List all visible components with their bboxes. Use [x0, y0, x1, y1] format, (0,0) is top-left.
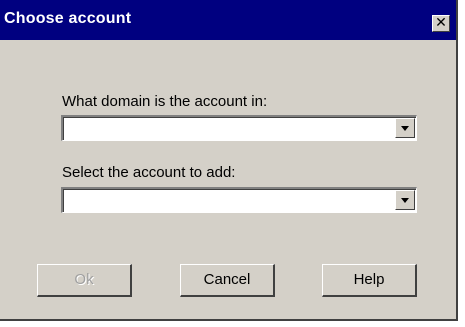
account-combobox[interactable]: [61, 187, 417, 213]
ok-button[interactable]: Ok: [37, 264, 132, 297]
chevron-down-icon[interactable]: [395, 190, 415, 210]
account-label: Select the account to add:: [62, 164, 236, 181]
chevron-down-icon[interactable]: [395, 118, 415, 138]
close-icon: ✕: [435, 15, 447, 31]
choose-account-dialog: Choose account ✕ What domain is the acco…: [0, 0, 458, 321]
domain-label: What domain is the account in:: [62, 93, 268, 110]
domain-combobox[interactable]: [61, 115, 417, 141]
window-title: Choose account: [4, 10, 132, 27]
help-button[interactable]: Help: [322, 264, 417, 297]
domain-combobox-field: [63, 117, 416, 140]
title-bar: Choose account ✕: [0, 0, 456, 40]
cancel-button[interactable]: Cancel: [180, 264, 275, 297]
account-combobox-field: [63, 189, 416, 212]
close-button[interactable]: ✕: [432, 15, 450, 32]
